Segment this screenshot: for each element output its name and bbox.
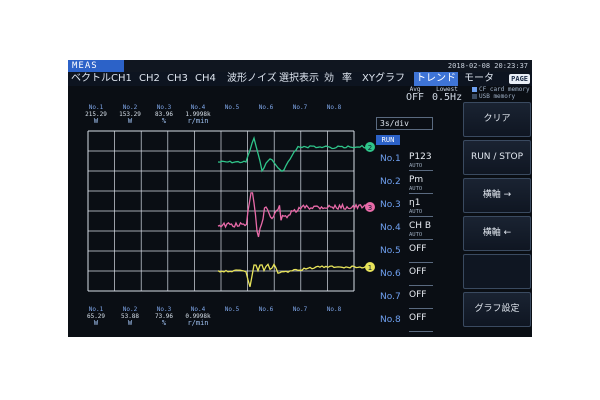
channel-list-item[interactable]: No.6 OFF (380, 267, 450, 289)
channel-list-item[interactable]: No.7 OFF (380, 290, 450, 312)
channel-number: No.5 (380, 246, 401, 256)
memory-status: CF card memory USB memory (472, 86, 532, 100)
avg-indicator[interactable]: Avg OFF (400, 86, 430, 103)
memory-indicator-icon (472, 94, 477, 99)
trace-marker-label: 1 (368, 264, 372, 272)
channel-mode: AUTO (409, 232, 423, 238)
horizontal-axis-left-button[interactable]: 横軸 ← (463, 216, 531, 251)
menu-select-display[interactable]: 選択表示 (279, 72, 319, 86)
channel-underline (409, 331, 433, 332)
channel-list-item[interactable]: No.2 Pm AUTO (380, 175, 450, 197)
channel-signal: OFF (409, 290, 427, 300)
channel-readout-unit: r/min (187, 117, 209, 125)
cf-memory: CF card memory (472, 86, 532, 93)
channel-number: No.4 (380, 223, 401, 233)
channel-signal: η1 (409, 198, 421, 208)
run-badge: RUN (376, 135, 400, 145)
channel-number: No.8 (380, 315, 401, 325)
channel-signal: OFF (409, 313, 427, 323)
usb-memory: USB memory (472, 93, 532, 100)
empty-softkey (463, 254, 531, 289)
lowest-value: 0.5Hz (432, 92, 463, 103)
channel-signal: OFF (409, 244, 427, 254)
graph-settings-button[interactable]: グラフ設定 (463, 292, 531, 327)
channel-signal: P123 (409, 152, 432, 162)
channel-underline (409, 216, 433, 217)
channel-signal: CH B (409, 221, 432, 231)
channel-list-item[interactable]: No.8 OFF (380, 313, 450, 335)
meas-mode-tab[interactable]: MEAS (68, 60, 124, 72)
channel-list-item[interactable]: No.4 CH B AUTO (380, 221, 450, 243)
run-stop-button[interactable]: RUN / STOP (463, 140, 531, 175)
time-per-division[interactable]: 3s/div (376, 117, 433, 130)
channel-signal: Pm (409, 175, 424, 185)
menu-ch2[interactable]: CH2 (139, 72, 160, 86)
page-button[interactable]: PAGE (509, 74, 530, 84)
channel-underline (409, 239, 433, 240)
channel-list-item[interactable]: No.5 OFF (380, 244, 450, 266)
graph-background (68, 127, 368, 297)
channel-underline (409, 262, 433, 263)
channel-number: No.6 (380, 269, 401, 279)
channel-list-item[interactable]: No.1 P123 AUTO (380, 152, 450, 174)
channel-mode: AUTO (409, 163, 423, 169)
bottom-channel-readouts: No.1 65.29 W No.2 53.88 W No.3 73.96% No.4 0.9998… (68, 306, 341, 327)
menu-vector[interactable]: ベクトル (71, 72, 111, 86)
menu-ch1[interactable]: CH1 (111, 72, 132, 86)
menu-bar: ベクトル CH1 CH2 CH3 CH4 波形ノイズ 選択表示 効 率 XYグラ… (68, 72, 532, 86)
channel-underline (409, 170, 433, 171)
channel-list-item[interactable]: No.3 η1 AUTO (380, 198, 450, 220)
menu-waveform-noise[interactable]: 波形ノイズ (227, 72, 277, 86)
channel-underline (409, 285, 433, 286)
menu-trend[interactable]: トレンド (414, 72, 458, 86)
channel-mode: AUTO (409, 186, 423, 192)
channel-mode: AUTO (409, 209, 423, 215)
channel-number: No.7 (380, 292, 401, 302)
channel-underline (409, 193, 433, 194)
trace-marker-label: 3 (368, 204, 372, 212)
channel-readout-unit: r/min (187, 319, 209, 327)
datetime-display: 2018-02-08 20:23:37 (447, 62, 528, 70)
channel-number: No.2 (380, 177, 401, 187)
title-bar: MEAS 2018-02-08 20:23:37 (68, 60, 532, 72)
menu-ch4[interactable]: CH4 (195, 72, 216, 86)
trace-marker-label: 2 (368, 144, 372, 152)
menu-xy-graph[interactable]: XYグラフ (362, 72, 405, 86)
menu-ch3[interactable]: CH3 (167, 72, 188, 86)
softkey-panel: クリア RUN / STOP 横軸 → 横軸 ← グラフ設定 (463, 102, 532, 337)
top-channel-readouts: No.1 215.29 W No.2 153.29 W No.3 83.96% No.4 1.99… (68, 104, 341, 125)
channel-underline (409, 308, 433, 309)
horizontal-axis-right-button[interactable]: 横軸 → (463, 178, 531, 213)
clear-button[interactable]: クリア (463, 102, 531, 137)
channel-readout-label: No.8 (326, 104, 342, 111)
menu-motor[interactable]: モータ (464, 72, 494, 86)
channel-number: No.3 (380, 200, 401, 210)
avg-value: OFF (405, 92, 425, 103)
memory-indicator-icon (472, 87, 477, 92)
analyzer-screen: MEAS 2018-02-08 20:23:37 ベクトル CH1 CH2 CH… (68, 60, 532, 337)
channel-number: No.1 (380, 154, 401, 164)
menu-efficiency[interactable]: 効 (324, 72, 334, 86)
menu-efficiency-rate[interactable]: 率 (342, 72, 352, 86)
channel-readout-label: No.8 (326, 306, 342, 313)
channel-signal: OFF (409, 267, 427, 277)
lowest-indicator[interactable]: Lowest 0.5Hz (432, 86, 462, 103)
